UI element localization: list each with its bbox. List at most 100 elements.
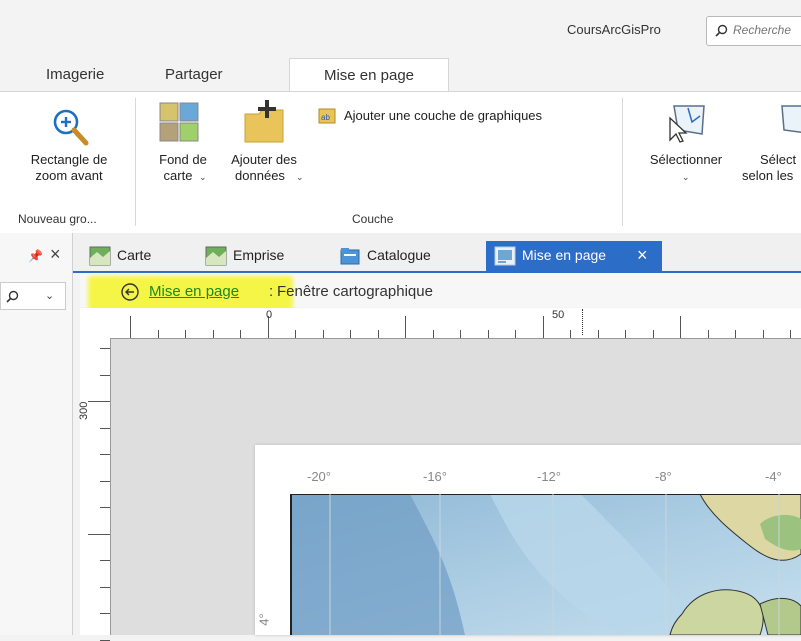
- ruler-tick: [570, 330, 571, 338]
- close-icon[interactable]: ×: [637, 241, 648, 269]
- select-by-label-line1: Sélect: [760, 152, 797, 167]
- ruler-tick: [542, 316, 544, 338]
- tab-partager[interactable]: Partager: [147, 58, 241, 92]
- ruler-tick: [487, 330, 489, 338]
- ruler-tick: [100, 560, 110, 561]
- breadcrumb-link[interactable]: Mise en page: [149, 283, 239, 300]
- ruler-tick: [100, 454, 110, 455]
- ruler-label-50: 50: [552, 309, 565, 321]
- add-data-button[interactable]: Ajouter des données ⌄: [219, 100, 309, 195]
- zoom-label-line2: zoom avant: [35, 168, 103, 183]
- zoom-label-line1: Rectangle de: [30, 152, 108, 167]
- chevron-down-icon: ⌄: [199, 172, 207, 182]
- zoom-in-rectangle-button[interactable]: Rectangle de zoom avant: [8, 100, 130, 195]
- search-icon: [6, 290, 19, 303]
- ruler-tick: [100, 348, 110, 349]
- tab-catalogue[interactable]: Catalogue: [339, 241, 431, 271]
- ruler-tick: [790, 330, 791, 338]
- ruler-tick: [680, 316, 681, 338]
- tab-mise-en-page-label: Mise en page: [522, 247, 607, 263]
- select-by-button[interactable]: Sélect selon les: [742, 100, 801, 195]
- select-icon: [669, 105, 705, 143]
- grid-label: -20°: [307, 469, 331, 484]
- map-icon: [89, 246, 111, 266]
- search-input[interactable]: [731, 22, 801, 38]
- ruler-tick: [100, 639, 110, 641]
- basemap-label-line1: Fond de: [159, 152, 207, 167]
- tab-emprise[interactable]: Emprise: [205, 241, 284, 271]
- ruler-tick: [377, 330, 379, 338]
- ruler-tick: [100, 374, 110, 376]
- grid-label-side: 4°: [256, 613, 272, 626]
- ruler-tick: [100, 427, 110, 429]
- ruler-tick: [88, 533, 110, 535]
- ruler-tick: [295, 330, 296, 338]
- ribbon-separator: [622, 98, 623, 226]
- breadcrumb-current: Fenêtre cartographique: [277, 283, 433, 300]
- ruler-tick: [212, 330, 214, 338]
- add-data-icon: [244, 100, 284, 143]
- chevron-down-icon: ⌄: [45, 290, 55, 302]
- ruler-corner: [80, 308, 110, 338]
- breadcrumb-separator: :: [269, 283, 274, 300]
- ruler-tick: [100, 507, 110, 508]
- graphics-layer-icon: ab: [318, 108, 336, 124]
- close-icon[interactable]: ×: [50, 244, 61, 265]
- tab-carte[interactable]: Carte: [89, 241, 151, 271]
- add-graphics-layer-button[interactable]: ab Ajouter une couche de graphiques: [318, 106, 618, 128]
- ruler-tick: [405, 316, 406, 338]
- ruler-tick: [130, 316, 131, 338]
- zoom-in-icon: [53, 109, 89, 146]
- search-box[interactable]: [706, 16, 801, 46]
- ruler-tick: [185, 330, 186, 338]
- grid-label: -8°: [655, 469, 672, 484]
- select-label: Sélectionner: [649, 152, 723, 167]
- ruler-tick: [597, 330, 599, 338]
- group-label-nouveau: Nouveau gro...: [18, 212, 97, 226]
- pane-search-field[interactable]: ⌄: [0, 282, 66, 310]
- chevron-down-icon: ⌄: [682, 172, 690, 182]
- ruler-tick: [322, 330, 324, 338]
- ribbon-separator: [135, 98, 136, 226]
- vertical-ruler: [80, 338, 111, 641]
- add-data-label-line1: Ajouter des: [231, 152, 297, 167]
- search-icon: [715, 24, 728, 37]
- tab-emprise-label: Emprise: [233, 247, 285, 263]
- group-label-couche: Couche: [352, 212, 394, 226]
- ruler-cursor-guide: [582, 309, 583, 335]
- select-by-label-line2: selon les: [742, 168, 794, 183]
- app-title: CoursArcGisPro: [567, 22, 661, 37]
- horizontal-ruler: [110, 308, 801, 339]
- svg-text:ab: ab: [321, 113, 330, 122]
- tab-carte-label: Carte: [117, 247, 152, 263]
- grid-label: -12°: [537, 469, 561, 484]
- ruler-tick: [762, 330, 764, 338]
- ruler-tick: [735, 330, 736, 338]
- ruler-tick: [157, 330, 159, 338]
- basemap-button[interactable]: Fond de carte ⌄: [150, 100, 216, 195]
- tab-mise-en-page[interactable]: Mise en page: [289, 58, 449, 92]
- tab-imagerie[interactable]: Imagerie: [28, 58, 122, 92]
- ruler-tick: [100, 586, 110, 588]
- extent-map-icon: [205, 246, 227, 266]
- catalog-icon: [340, 248, 360, 265]
- ruler-tick: [652, 330, 654, 338]
- ruler-tick: [100, 480, 110, 482]
- tab-catalogue-label: Catalogue: [367, 247, 431, 263]
- title-bar: [0, 0, 801, 58]
- ruler-tick: [100, 613, 110, 614]
- select-button[interactable]: Sélectionner ⌄: [636, 100, 736, 195]
- document-tab-bar: [73, 233, 801, 273]
- back-arrow-icon[interactable]: [120, 282, 140, 302]
- select-by-icon: [781, 105, 801, 134]
- ruler-tick: [240, 330, 241, 338]
- add-graphics-layer-label: Ajouter une couche de graphiques: [344, 108, 543, 123]
- pin-icon[interactable]: 📌: [28, 249, 43, 263]
- ruler-tick: [625, 330, 626, 338]
- tab-mise-en-page-doc[interactable]: Mise en page ×: [486, 241, 662, 271]
- ruler-tick: [515, 330, 516, 338]
- layout-icon: [494, 246, 516, 266]
- add-data-label-line2: données: [235, 168, 285, 183]
- map-frame[interactable]: [290, 494, 801, 635]
- ruler-tick: [350, 330, 351, 338]
